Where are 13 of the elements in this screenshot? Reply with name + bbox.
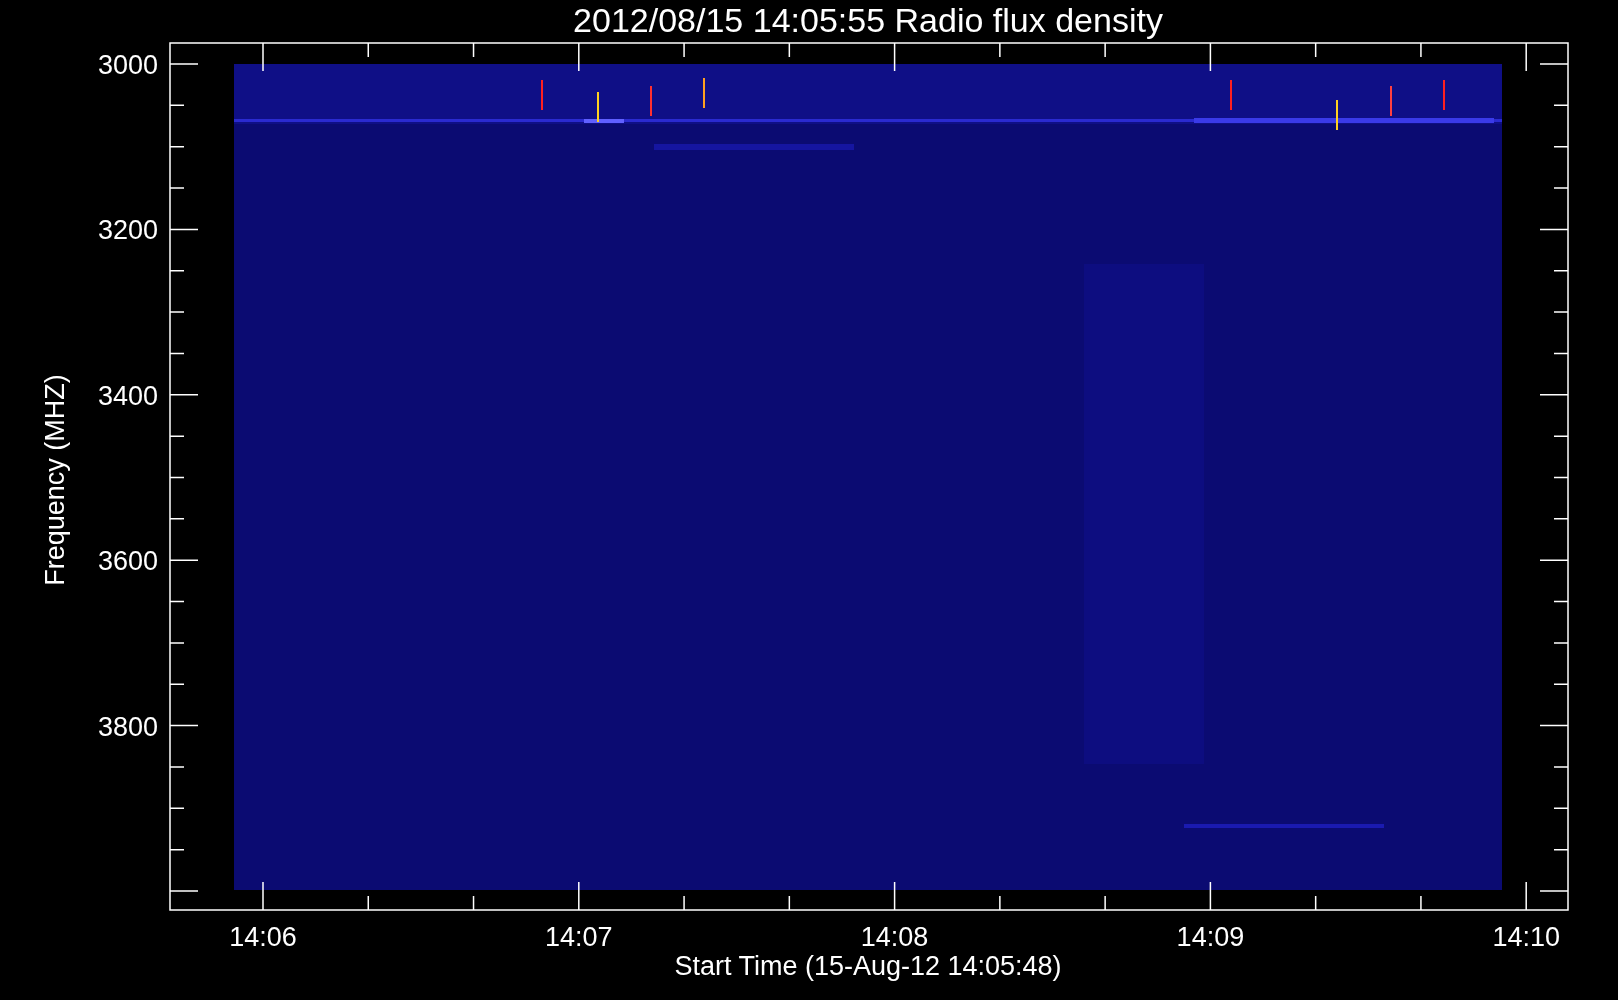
- x-axis-label: Start Time (15-Aug-12 14:05:48): [674, 951, 1062, 981]
- x-tick-label: 14:08: [860, 922, 929, 952]
- x-tick-label: 14:09: [1176, 922, 1245, 952]
- x-tick-label: 14:07: [545, 922, 613, 952]
- y-tick-label: 3600: [97, 546, 158, 577]
- y-tick-label: 3000: [97, 50, 158, 80]
- chart-title: 2012/08/15 14:05:55 Radio flux density: [573, 1, 1163, 39]
- y-axis-label: Frequency (MHZ): [40, 374, 70, 586]
- y-tick-label: 3800: [97, 711, 158, 742]
- y-tick-label: 3200: [97, 215, 158, 246]
- x-tick-label: 14:10: [1492, 922, 1560, 952]
- x-tick-label: 14:06: [229, 922, 297, 952]
- y-tick-label: 3400: [97, 380, 158, 411]
